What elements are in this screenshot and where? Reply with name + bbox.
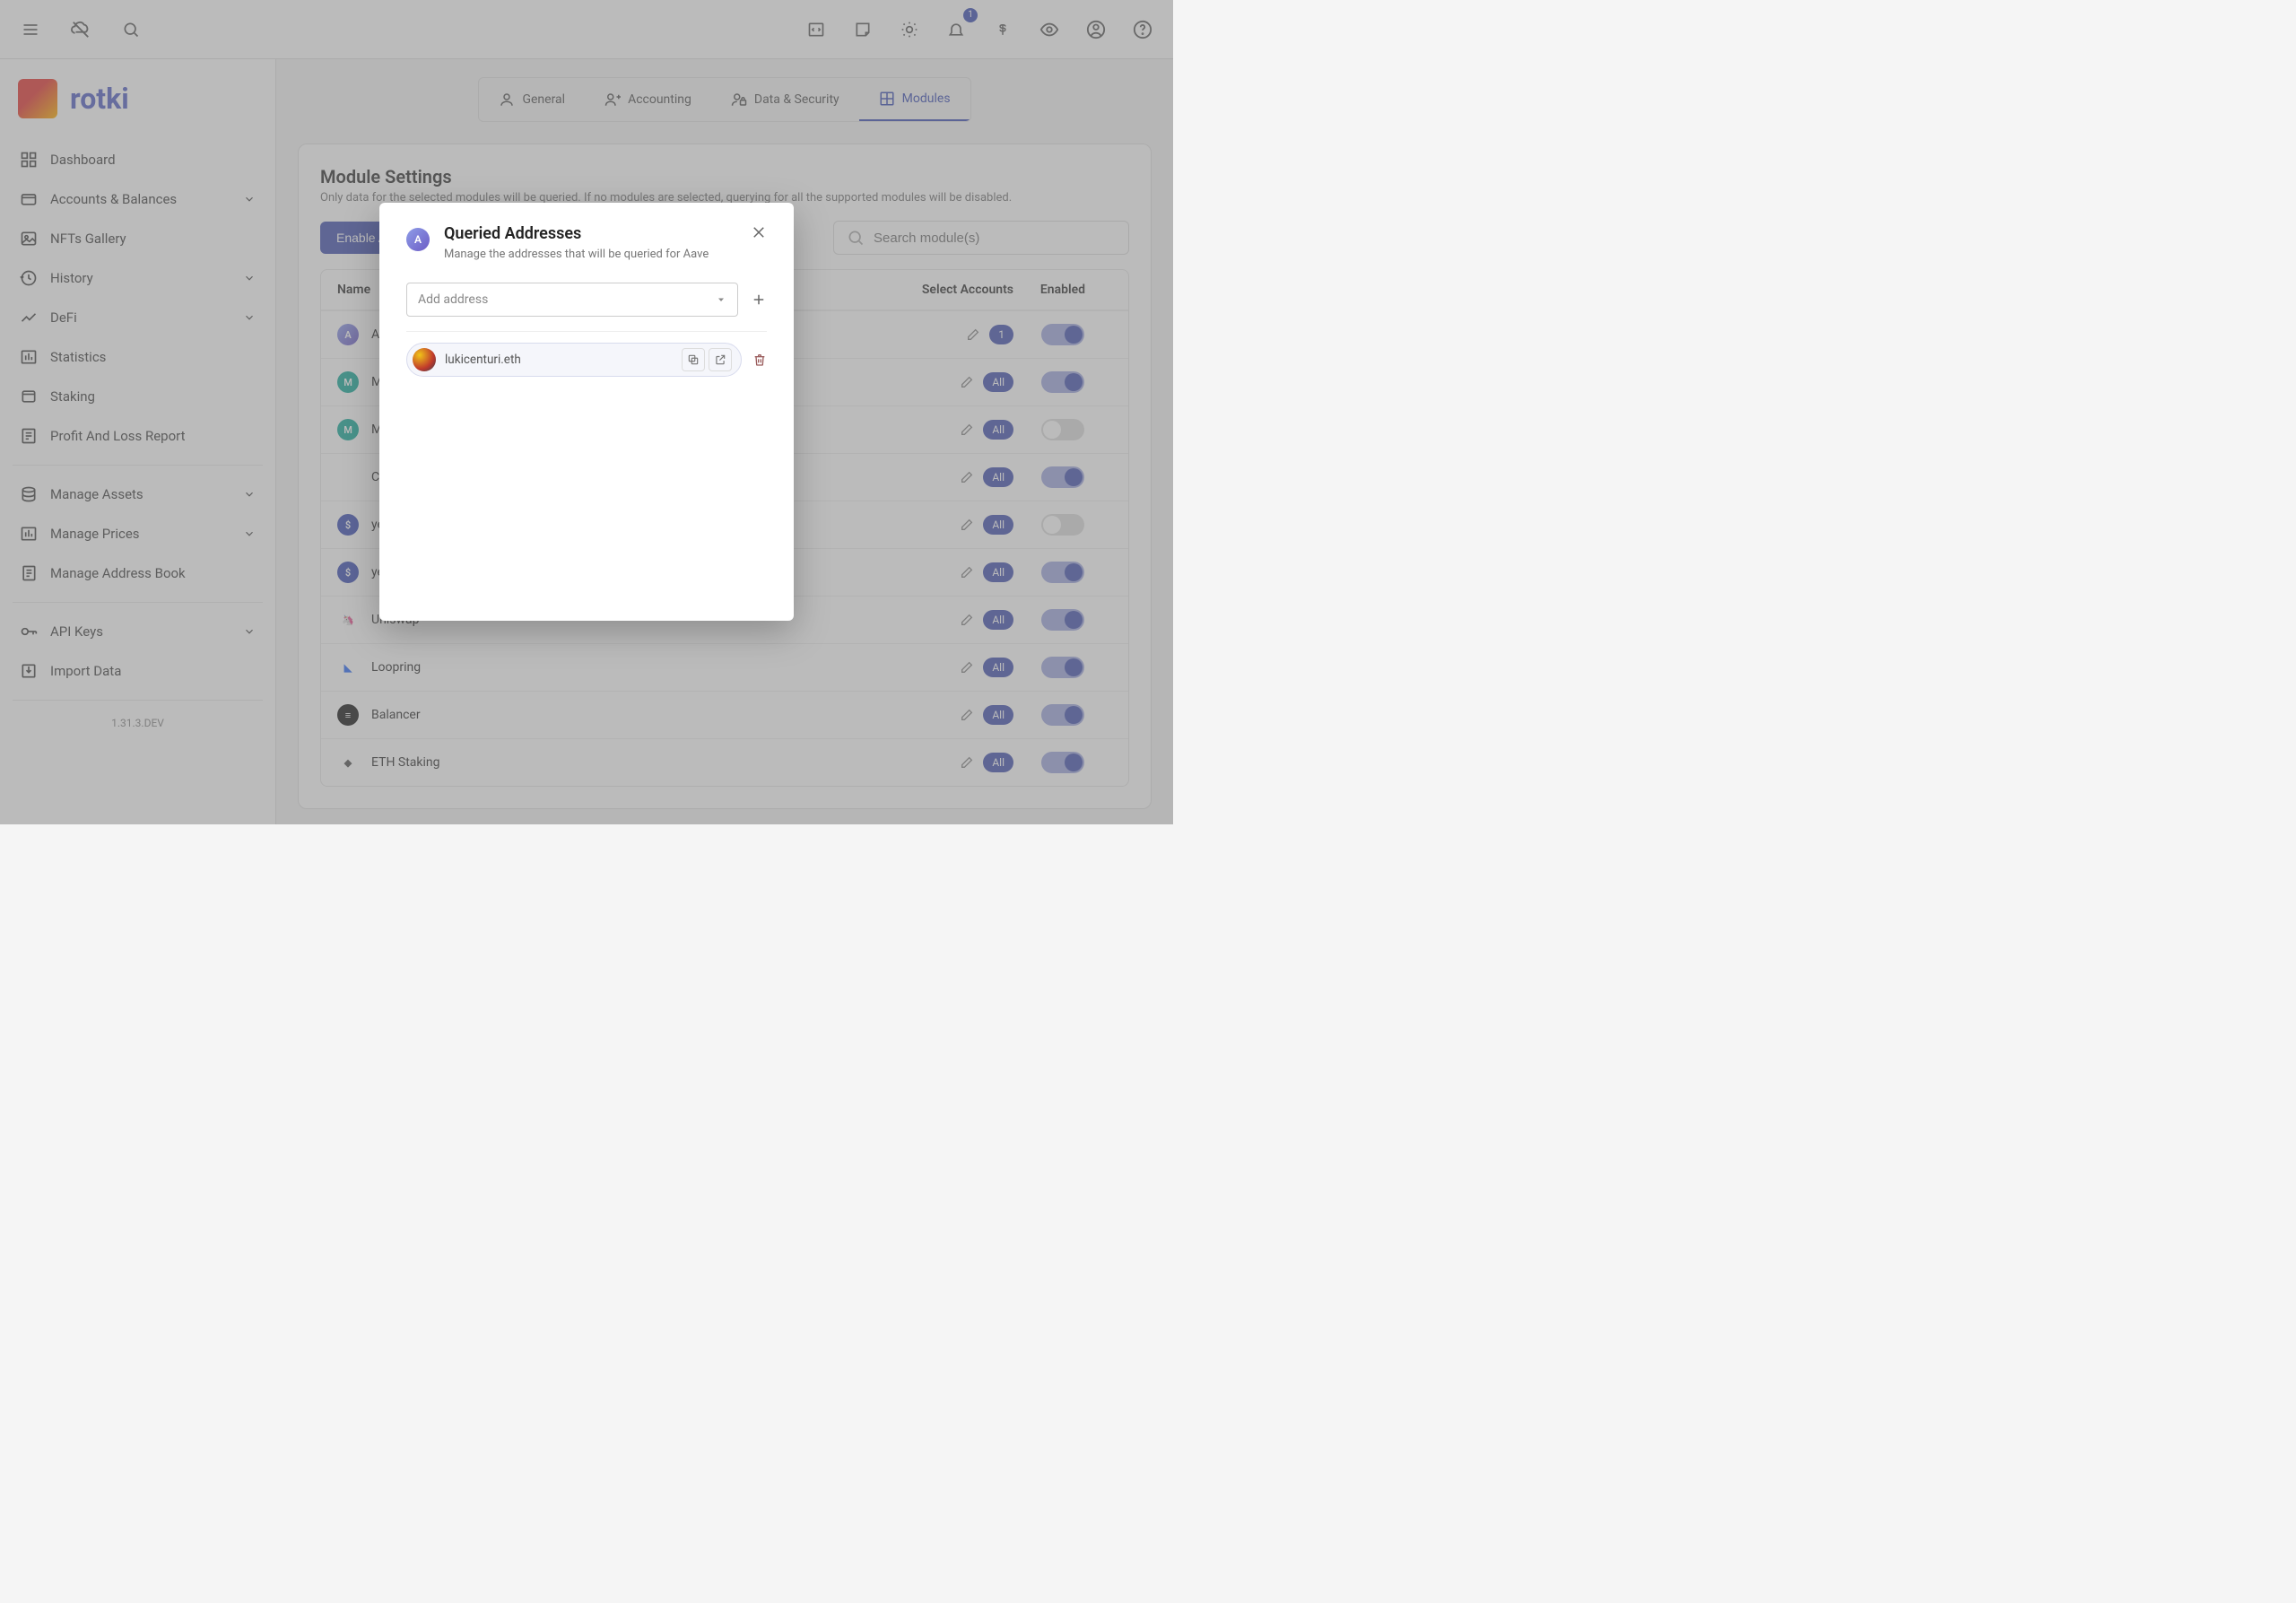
add-address-button[interactable] <box>751 292 767 308</box>
address-chip: lukicenturi.eth <box>406 343 742 377</box>
delete-address-button[interactable] <box>752 353 767 367</box>
modal-subtitle: Manage the addresses that will be querie… <box>444 247 713 263</box>
modal-title: Queried Addresses <box>444 224 736 243</box>
close-icon[interactable] <box>751 224 767 240</box>
module-icon: A <box>406 228 430 251</box>
modal-overlay[interactable]: A Queried Addresses Manage the addresses… <box>0 0 1173 824</box>
address-avatar-icon <box>413 348 436 371</box>
open-external-button[interactable] <box>709 348 732 371</box>
queried-addresses-modal: A Queried Addresses Manage the addresses… <box>379 203 794 621</box>
add-address-placeholder: Add address <box>418 292 488 307</box>
address-text: lukicenturi.eth <box>445 353 673 367</box>
add-address-select[interactable]: Add address <box>406 283 738 317</box>
dropdown-caret-icon <box>716 294 726 305</box>
copy-address-button[interactable] <box>682 348 705 371</box>
